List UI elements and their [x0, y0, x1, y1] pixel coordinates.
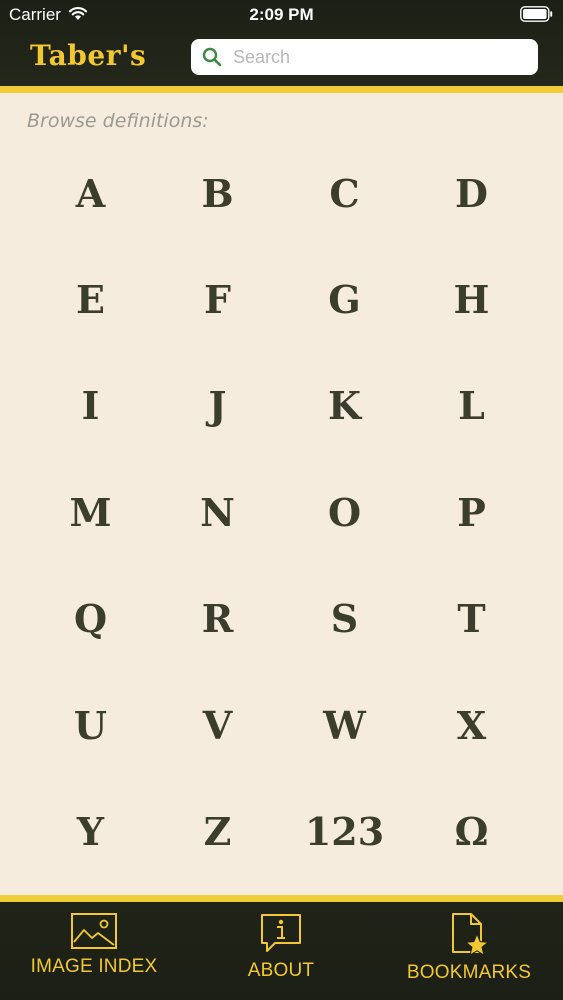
letter-i[interactable]: I — [27, 353, 154, 459]
search-icon — [202, 47, 222, 67]
letter-j[interactable]: J — [154, 353, 281, 459]
letter-w[interactable]: W — [281, 672, 408, 778]
letter-b[interactable]: B — [154, 140, 281, 246]
letter-r[interactable]: R — [154, 566, 281, 672]
battery-icon — [520, 6, 553, 22]
header-divider — [0, 86, 563, 93]
letter-q[interactable]: Q — [27, 566, 154, 672]
top-bar: Carrier 2:09 PM Taber's — [0, 0, 563, 86]
letter-c[interactable]: C — [281, 140, 408, 246]
letter-d[interactable]: D — [408, 140, 535, 246]
letter-x[interactable]: X — [408, 672, 535, 778]
status-bar: Carrier 2:09 PM — [0, 0, 563, 30]
letter-y[interactable]: Y — [27, 778, 154, 884]
letter-g[interactable]: G — [281, 246, 408, 352]
letter-n[interactable]: N — [154, 459, 281, 565]
tab-image-index[interactable]: IMAGE INDEX — [0, 902, 188, 1000]
info-icon — [261, 914, 301, 952]
search-input[interactable] — [233, 39, 528, 75]
letter-symbols[interactable]: Ω — [408, 778, 535, 884]
letter-v[interactable]: V — [154, 672, 281, 778]
letter-e[interactable]: E — [27, 246, 154, 352]
status-time: 2:09 PM — [249, 5, 314, 24]
letter-z[interactable]: Z — [154, 778, 281, 884]
search-box[interactable] — [191, 39, 538, 75]
tab-bar: IMAGE INDEX ABOUT BOOKMARKS — [0, 902, 563, 1000]
tab-about[interactable]: ABOUT — [187, 902, 375, 1000]
tab-label: BOOKMARKS — [406, 962, 532, 983]
letter-numbers[interactable]: 123 — [281, 778, 408, 884]
app-logo: Taber's — [30, 39, 147, 72]
letter-a[interactable]: A — [27, 140, 154, 246]
tab-label: ABOUT — [247, 960, 315, 981]
letter-f[interactable]: F — [154, 246, 281, 352]
letter-k[interactable]: K — [281, 353, 408, 459]
tab-bar-divider — [0, 895, 563, 902]
letter-u[interactable]: U — [27, 672, 154, 778]
letter-t[interactable]: T — [408, 566, 535, 672]
tab-label: IMAGE INDEX — [30, 956, 158, 977]
bookmark-star-icon — [452, 913, 490, 956]
letter-grid: A B C D E F G H I J K L M N O P Q R S T … — [27, 140, 535, 885]
letter-m[interactable]: M — [27, 459, 154, 565]
tab-bookmarks[interactable]: BOOKMARKS — [375, 902, 563, 1000]
letter-l[interactable]: L — [408, 353, 535, 459]
letter-p[interactable]: P — [408, 459, 535, 565]
letter-o[interactable]: O — [281, 459, 408, 565]
image-icon — [71, 913, 117, 949]
letter-s[interactable]: S — [281, 566, 408, 672]
letter-h[interactable]: H — [408, 246, 535, 352]
browse-definitions-label: Browse definitions: — [27, 110, 209, 132]
